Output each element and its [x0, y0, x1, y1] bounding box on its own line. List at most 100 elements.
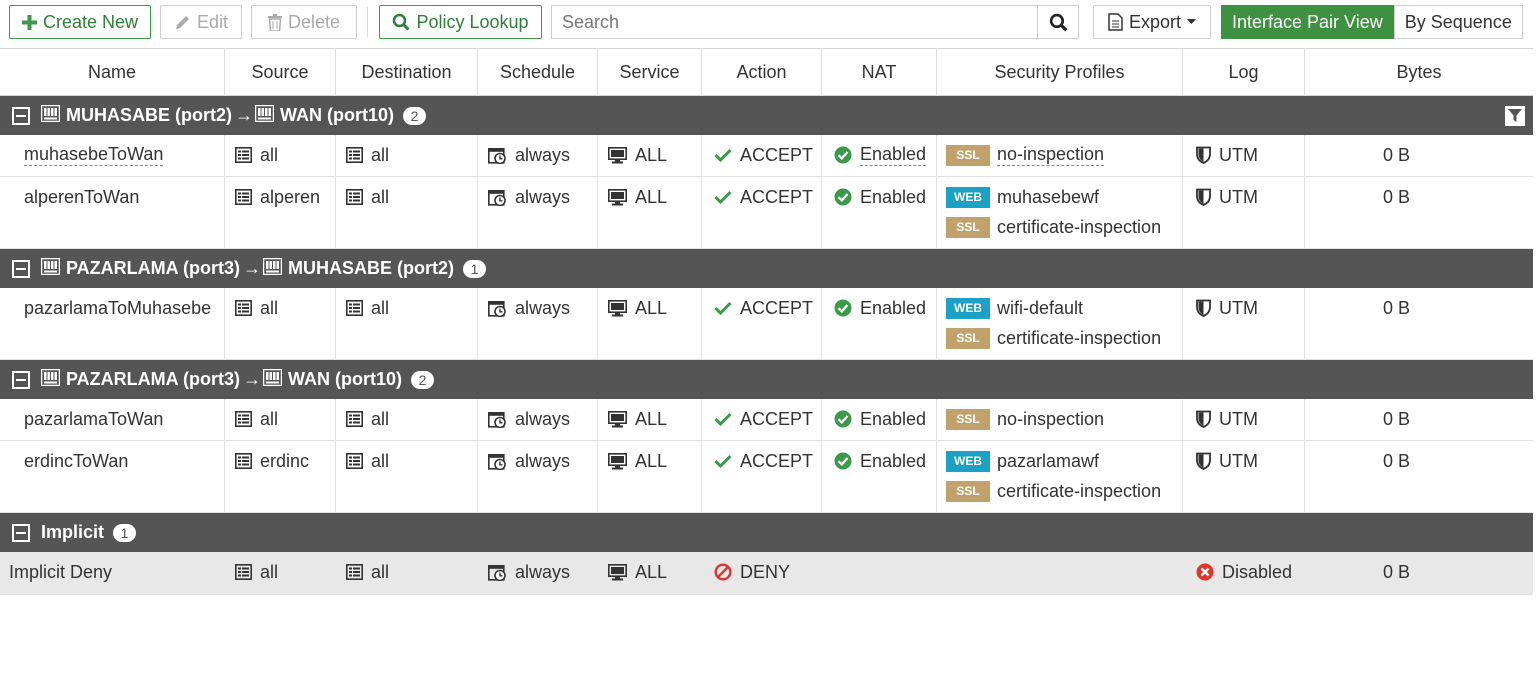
column-header-name[interactable]: Name — [0, 49, 225, 95]
delete-button[interactable]: Delete — [251, 5, 357, 39]
collapse-icon[interactable] — [12, 259, 30, 278]
security-profile[interactable]: SSL certificate-inspection — [946, 216, 1182, 238]
schedule-cell: always — [478, 441, 598, 512]
policy-lookup-button[interactable]: Policy Lookup — [379, 5, 542, 39]
service-cell: ALL — [598, 135, 702, 176]
interface-pair-header[interactable]: PAZARLAMA (port3) → MUHASABE (port2) 1 — [0, 249, 1533, 288]
schedule-icon — [488, 411, 506, 428]
table-row[interactable]: pazarlamaToMuhasebe all all always ALL ACCEPT… — [0, 288, 1533, 360]
column-header-nat[interactable]: NAT — [822, 49, 937, 95]
log-cell: UTM — [1183, 177, 1305, 248]
interface-icon — [262, 257, 283, 275]
destination-interface: WAN (port10) — [280, 105, 394, 125]
collapse-icon[interactable] — [12, 370, 30, 389]
nat-value: Enabled — [860, 297, 927, 318]
schedule-icon — [488, 564, 506, 581]
security-profile[interactable]: SSL certificate-inspection — [946, 327, 1182, 349]
name-cell[interactable]: alperenToWan — [0, 177, 225, 248]
ssl-badge: SSL — [946, 144, 990, 166]
column-header-destination[interactable]: Destination — [336, 49, 478, 95]
source-cell: all — [225, 288, 336, 359]
log-value: UTM — [1219, 450, 1258, 471]
service-icon — [608, 146, 627, 163]
column-header-security-profiles[interactable]: Security Profiles — [937, 49, 1183, 95]
security-profile-name: muhasebewf — [997, 186, 1100, 207]
ssl-badge: SSL — [946, 408, 990, 430]
search-input[interactable] — [551, 5, 1037, 39]
interface-pair-header[interactable]: MUHASABE (port2) → WAN (port10) 2 — [0, 96, 1533, 135]
web-badge: WEB — [946, 297, 990, 319]
nat-cell — [822, 552, 937, 594]
source-address: all — [260, 408, 279, 429]
interface-pair-view-button[interactable]: Interface Pair View — [1221, 5, 1394, 39]
collapse-icon[interactable] — [12, 106, 30, 125]
action-cell: ACCEPT — [702, 288, 822, 359]
bytes-value: 0 B — [1383, 297, 1411, 318]
interface-pair-header[interactable]: PAZARLAMA (port3) → WAN (port10) 2 — [0, 360, 1533, 399]
delete-label: Delete — [287, 11, 341, 32]
profiles-cell: WEB muhasebewf SSL certificate-inspection — [937, 177, 1183, 248]
policy-name: alperenToWan — [24, 186, 140, 207]
pair-arrow: → — [242, 369, 261, 389]
check-circle-icon — [834, 146, 852, 164]
policy-name: Implicit Deny — [9, 561, 113, 582]
table-row[interactable]: Implicit Deny all all always ALL DENY Disabled… — [0, 552, 1533, 595]
name-cell[interactable]: muhasebeToWan — [0, 135, 225, 176]
security-profile[interactable]: WEB pazarlamawf — [946, 450, 1182, 472]
security-profile[interactable]: SSL certificate-inspection — [946, 480, 1182, 502]
bytes-cell: 0 B — [1305, 288, 1533, 359]
check-circle-icon — [834, 299, 852, 317]
column-header-log[interactable]: Log — [1183, 49, 1305, 95]
column-header-service[interactable]: Service — [598, 49, 702, 95]
security-profile[interactable]: SSL no-inspection — [946, 144, 1182, 166]
search-button[interactable] — [1037, 5, 1079, 39]
nat-cell: Enabled — [822, 399, 937, 440]
address-icon — [235, 147, 252, 163]
schedule-cell: always — [478, 135, 598, 176]
action-value: ACCEPT — [740, 297, 814, 318]
action-value: ACCEPT — [740, 450, 814, 471]
source-cell: alperen — [225, 177, 336, 248]
implicit-label: Implicit — [41, 522, 105, 542]
action-cell: ACCEPT — [702, 441, 822, 512]
edit-button[interactable]: Edit — [160, 5, 242, 39]
security-profile[interactable]: WEB muhasebewf — [946, 186, 1182, 208]
implicit-section-header[interactable]: Implicit 1 — [0, 513, 1533, 552]
table-row[interactable]: erdincToWan erdinc all always ALL ACCEPT Enabl… — [0, 441, 1533, 513]
shield-icon — [1196, 452, 1211, 470]
web-badge: WEB — [946, 186, 990, 208]
profiles-cell: SSL no-inspection — [937, 399, 1183, 440]
bytes-cell: 0 B — [1305, 441, 1533, 512]
policy-count-badge: 2 — [410, 370, 434, 389]
column-header-schedule[interactable]: Schedule — [478, 49, 598, 95]
check-circle-icon — [834, 410, 852, 428]
security-profile[interactable]: SSL no-inspection — [946, 408, 1182, 430]
profiles-cell: WEB wifi-default SSL certificate-inspection — [937, 288, 1183, 359]
source-address: all — [260, 561, 279, 582]
column-header-action[interactable]: Action — [702, 49, 822, 95]
destination-cell: all — [336, 441, 478, 512]
action-cell: ACCEPT — [702, 177, 822, 248]
policy-name: erdincToWan — [24, 450, 129, 471]
name-cell[interactable]: erdincToWan — [0, 441, 225, 512]
interface-icon — [40, 257, 61, 275]
schedule-cell: always — [478, 288, 598, 359]
name-cell[interactable]: pazarlamaToMuhasebe — [0, 288, 225, 359]
by-sequence-button[interactable]: By Sequence — [1393, 5, 1523, 39]
table-row[interactable]: alperenToWan alperen all always ALL ACCEPT Ena… — [0, 177, 1533, 249]
shield-icon — [1196, 146, 1211, 164]
ssl-badge: SSL — [946, 480, 990, 502]
source-interface: MUHASABE (port2) — [66, 105, 232, 125]
destination-interface: WAN (port10) — [287, 369, 402, 389]
security-profile[interactable]: WEB wifi-default — [946, 297, 1182, 319]
create-new-button[interactable]: Create New — [9, 5, 151, 39]
column-header-bytes[interactable]: Bytes — [1305, 49, 1533, 95]
filter-icon[interactable] — [1505, 106, 1525, 126]
column-header-source[interactable]: Source — [225, 49, 336, 95]
service-cell: ALL — [598, 399, 702, 440]
table-row[interactable]: pazarlamaToWan all all always ALL ACCEPT Enabl… — [0, 399, 1533, 441]
table-row[interactable]: muhasebeToWan all all always ALL ACCEPT Enable… — [0, 135, 1533, 177]
export-button[interactable]: Export — [1093, 5, 1211, 39]
collapse-icon[interactable] — [12, 523, 30, 542]
name-cell[interactable]: pazarlamaToWan — [0, 399, 225, 440]
